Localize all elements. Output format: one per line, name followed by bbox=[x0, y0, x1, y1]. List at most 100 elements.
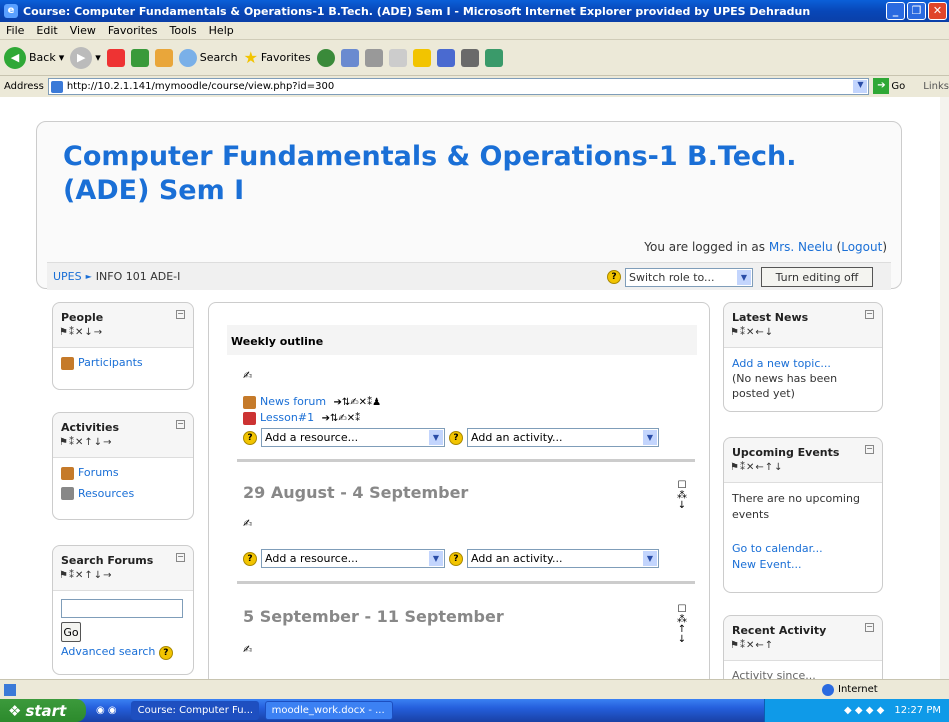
activity-controls-icons[interactable]: ➔⇅✍✕⁑♟ bbox=[334, 397, 381, 408]
windows-logo-icon: ❖ bbox=[8, 701, 22, 720]
menu-view[interactable]: View bbox=[70, 24, 96, 37]
news-forum-link[interactable]: News forum bbox=[260, 395, 326, 408]
back-arrow-icon: ◀ bbox=[4, 46, 26, 69]
new-event-link[interactable]: New Event... bbox=[732, 557, 874, 573]
turn-editing-off-button[interactable]: Turn editing off bbox=[761, 267, 873, 287]
block-controls-icons[interactable]: ⚑⁑✕←↑↓ bbox=[730, 462, 783, 473]
edit-summary-icon[interactable]: ✍ bbox=[243, 517, 252, 530]
menu-tools[interactable]: Tools bbox=[170, 24, 197, 37]
forums-link[interactable]: Forums bbox=[78, 466, 119, 479]
minimize-button[interactable]: _ bbox=[886, 2, 905, 20]
menu-file[interactable]: File bbox=[6, 24, 24, 37]
back-button[interactable]: ◀ Back ▾ bbox=[4, 46, 64, 69]
navbar: UPES ► INFO 101 ADE-I ? Switch role to..… bbox=[47, 262, 891, 290]
search-go-button[interactable]: Go bbox=[61, 622, 81, 642]
collapse-icon[interactable]: − bbox=[176, 310, 185, 319]
quick-launch-icons[interactable]: ◉ ◉ bbox=[96, 705, 117, 716]
status-bar: Internet bbox=[0, 679, 949, 699]
links-button[interactable]: Links bbox=[923, 81, 949, 92]
address-input[interactable]: http://10.2.1.141/mymoodle/course/view.p… bbox=[47, 77, 870, 95]
star-icon: ★ bbox=[243, 48, 258, 67]
lesson-link[interactable]: Lesson#1 bbox=[260, 411, 314, 424]
week1-controls[interactable]: ☐ ⁂ ↓ bbox=[677, 481, 687, 511]
block-controls-icons[interactable]: ⚑⁑✕↓→ bbox=[59, 327, 103, 338]
advanced-search-link[interactable]: Advanced search bbox=[61, 645, 155, 658]
research-icon[interactable] bbox=[436, 48, 455, 67]
collapse-icon[interactable]: − bbox=[176, 420, 185, 429]
block-controls-icons[interactable]: ⚑⁑✕←↓ bbox=[730, 327, 774, 338]
browser-toolbar: ◀ Back ▾ ▶ ▾ Search ★ Favorites bbox=[0, 40, 949, 76]
folder-icon[interactable] bbox=[412, 48, 431, 67]
block-title: Upcoming Events bbox=[732, 446, 840, 459]
search-button[interactable]: Search bbox=[178, 48, 238, 67]
breadcrumb-upes[interactable]: UPES bbox=[53, 270, 82, 283]
menu-favorites[interactable]: Favorites bbox=[108, 24, 158, 37]
help-icon[interactable]: ? bbox=[449, 551, 463, 566]
messenger-icon[interactable] bbox=[484, 48, 503, 67]
lesson-icon bbox=[243, 411, 256, 425]
help-icon[interactable]: ? bbox=[449, 430, 463, 445]
edit-icon[interactable] bbox=[388, 48, 407, 67]
week1-title: 29 August - 4 September bbox=[243, 483, 469, 502]
add-activity-select[interactable]: Add an activity... ▼ bbox=[467, 549, 659, 568]
page-status-icon bbox=[4, 683, 16, 696]
tools-icon[interactable] bbox=[460, 48, 479, 67]
block-controls-icons[interactable]: ⚑⁑✕←↑ bbox=[730, 640, 774, 651]
edit-summary-icon[interactable]: ✍ bbox=[243, 369, 252, 382]
help-icon[interactable]: ? bbox=[607, 270, 621, 284]
week2-controls[interactable]: ☐ ⁂ ↑ ↓ bbox=[677, 605, 687, 645]
help-icon[interactable]: ? bbox=[243, 551, 257, 566]
collapse-icon[interactable]: − bbox=[865, 623, 874, 632]
mail-icon[interactable] bbox=[340, 48, 359, 67]
week2-title: 5 September - 11 September bbox=[243, 607, 504, 626]
maximize-button[interactable]: ❐ bbox=[907, 2, 926, 20]
weekly-outline: Weekly outline ✍ News forum ➔⇅✍✕⁑♟ Lesso… bbox=[208, 302, 710, 679]
user-link[interactable]: Mrs. Neelu bbox=[769, 240, 833, 254]
forward-button[interactable]: ▶ ▾ bbox=[70, 46, 101, 69]
address-dropdown-icon[interactable]: ▼ bbox=[853, 79, 868, 93]
collapse-icon[interactable]: − bbox=[176, 553, 185, 562]
search-icon bbox=[178, 48, 197, 67]
go-button[interactable]: ➔ Go bbox=[873, 78, 905, 94]
activity-controls-icons[interactable]: ➔⇅✍✕⁑ bbox=[322, 413, 361, 424]
block-controls-icons[interactable]: ⚑⁑✕↑↓→ bbox=[59, 437, 112, 448]
help-icon[interactable]: ? bbox=[158, 646, 173, 660]
refresh-icon[interactable] bbox=[130, 48, 149, 67]
stop-icon[interactable] bbox=[106, 48, 125, 67]
task-word[interactable]: moodle_work.docx - ... bbox=[264, 701, 393, 720]
tray-icons[interactable]: ◆ ◆ ◆ ◆ bbox=[844, 705, 884, 716]
add-resource-select[interactable]: Add a resource... ▼ bbox=[261, 428, 445, 447]
block-title: Activities bbox=[61, 421, 120, 434]
help-icon[interactable]: ? bbox=[243, 430, 257, 445]
vertical-scrollbar[interactable] bbox=[940, 97, 949, 679]
collapse-icon[interactable]: − bbox=[865, 445, 874, 454]
resources-link[interactable]: Resources bbox=[78, 487, 134, 500]
menu-help[interactable]: Help bbox=[209, 24, 234, 37]
menu-edit[interactable]: Edit bbox=[36, 24, 57, 37]
window-title: Course: Computer Fundamentals & Operatio… bbox=[23, 4, 811, 18]
collapse-icon[interactable]: − bbox=[865, 310, 874, 319]
activities-block: Activities − ⚑⁑✕↑↓→ Forums Resources bbox=[52, 412, 194, 520]
participants-link[interactable]: Participants bbox=[78, 356, 143, 369]
edit-summary-icon[interactable]: ✍ bbox=[243, 643, 252, 656]
calendar-link[interactable]: Go to calendar... bbox=[732, 541, 874, 557]
search-forums-block: Search Forums − ⚑⁑✕↑↓→ Go Advanced searc… bbox=[52, 545, 194, 675]
add-resource-select[interactable]: Add a resource... ▼ bbox=[261, 549, 445, 568]
block-controls-icons[interactable]: ⚑⁑✕↑↓→ bbox=[59, 570, 112, 581]
clock: 12:27 PM bbox=[894, 705, 941, 716]
zone-label: Internet bbox=[838, 684, 878, 695]
people-block: People − ⚑⁑✕↓→ Participants bbox=[52, 302, 194, 390]
logout-link[interactable]: Logout bbox=[841, 240, 882, 254]
history-icon[interactable] bbox=[316, 48, 335, 67]
section-divider bbox=[237, 459, 695, 462]
search-input[interactable] bbox=[61, 599, 183, 618]
print-icon[interactable] bbox=[364, 48, 383, 67]
home-icon[interactable] bbox=[154, 48, 173, 67]
add-activity-select[interactable]: Add an activity... ▼ bbox=[467, 428, 659, 447]
start-button[interactable]: ❖ start bbox=[0, 699, 86, 722]
add-topic-link[interactable]: Add a new topic... bbox=[732, 356, 874, 371]
task-course[interactable]: Course: Computer Fu... bbox=[130, 701, 259, 720]
close-button[interactable]: ✕ bbox=[928, 2, 947, 20]
switch-role-select[interactable]: Switch role to... ▼ bbox=[625, 267, 753, 287]
favorites-button[interactable]: ★ Favorites bbox=[244, 48, 311, 67]
